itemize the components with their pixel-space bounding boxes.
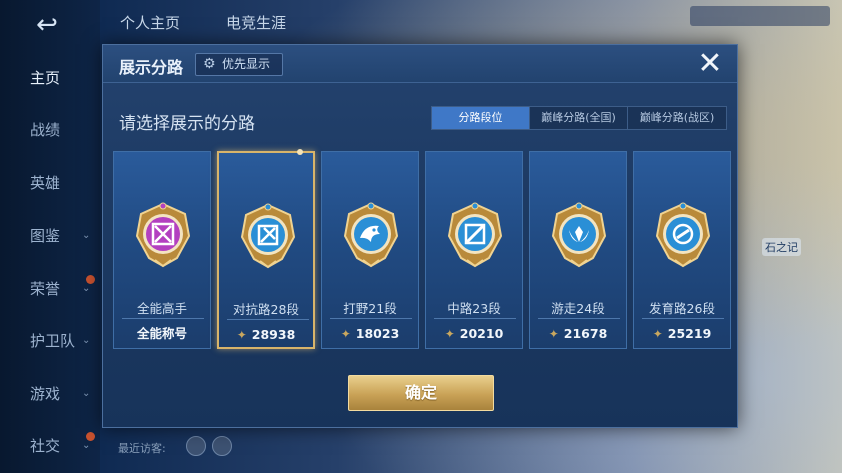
nav-item[interactable]: 护卫队 ⌄ bbox=[0, 321, 100, 361]
lane-card[interactable]: 打野21段 ✦ 18023 bbox=[321, 151, 419, 349]
tab-lane-rank[interactable]: 分路段位 bbox=[432, 107, 530, 129]
lane-card-name: 游走24段 bbox=[551, 301, 605, 316]
divider bbox=[538, 318, 620, 319]
nav-item-label: 主页 bbox=[30, 69, 61, 87]
back-arrow-icon[interactable]: ↩ bbox=[22, 10, 72, 40]
lane-card[interactable]: 对抗路28段 ✦ 28938 bbox=[217, 149, 315, 349]
allround-rank-emblem-icon bbox=[135, 202, 191, 268]
priority-display-button[interactable]: ⚙ 优先显示 bbox=[195, 53, 283, 76]
lane-card-name: 中路23段 bbox=[447, 301, 501, 316]
nav-item[interactable]: 主页 bbox=[0, 58, 100, 98]
nav-item-label: 游戏 bbox=[30, 385, 61, 403]
lane-card-name: 打野21段 bbox=[343, 301, 397, 316]
roam-rank-emblem-icon bbox=[551, 202, 607, 268]
nav-item-label: 护卫队 bbox=[30, 332, 76, 350]
priority-display-label: 优先显示 bbox=[222, 57, 271, 71]
lane-card[interactable]: 全能高手 全能称号 bbox=[113, 151, 211, 349]
lane-card[interactable]: 发育路26段 ✦ 25219 bbox=[633, 151, 731, 349]
top-right-status-strip bbox=[690, 6, 830, 26]
chevron-down-icon: ⌄ bbox=[82, 388, 91, 399]
visitor-avatar[interactable] bbox=[186, 436, 206, 456]
rank-points-icon: ✦ bbox=[444, 327, 455, 341]
gear-icon: ⚙ bbox=[203, 56, 216, 72]
dialog-subtitle: 请选择展示的分路 bbox=[119, 114, 255, 134]
nav-item[interactable]: 游戏 ⌄ bbox=[0, 374, 100, 414]
visitor-avatar[interactable] bbox=[212, 436, 232, 456]
lane-card-list: 全能高手全能称号 对抗路28段 ✦ 28938 打野21段 ✦ 18023 中路23段 ✦… bbox=[113, 149, 731, 351]
rank-points-value: 20210 bbox=[459, 326, 504, 341]
rank-points-value: 25219 bbox=[667, 326, 712, 341]
divider bbox=[227, 319, 309, 320]
lane-type-tabs: 分路段位 巅峰分路(全国) 巅峰分路(战区) bbox=[431, 106, 727, 130]
title-label: 全能称号 bbox=[136, 326, 187, 341]
dialog-title: 展示分路 bbox=[119, 58, 184, 77]
mid-rank-emblem-icon bbox=[447, 202, 503, 268]
farm-rank-emblem-icon bbox=[655, 202, 711, 268]
divider bbox=[330, 318, 412, 319]
jungle-rank-emblem-icon bbox=[343, 202, 399, 268]
recent-visitors-label: 最近访客: bbox=[118, 442, 166, 455]
rank-points-icon: ✦ bbox=[236, 328, 247, 342]
clash-rank-emblem-icon bbox=[240, 203, 296, 269]
nav-item-label: 战绩 bbox=[30, 121, 61, 139]
nav-item-label: 社交 bbox=[30, 437, 61, 455]
nav-item[interactable]: 图鉴 ⌄ bbox=[0, 216, 100, 256]
lane-card-footer: 全能称号 bbox=[114, 324, 210, 344]
notification-dot bbox=[86, 275, 95, 284]
nav-item[interactable]: 荣誉 ⌄ bbox=[0, 269, 100, 309]
nav-item[interactable]: 战绩 bbox=[0, 110, 100, 150]
nav-item-label: 图鉴 bbox=[30, 227, 61, 245]
lane-card-footer: ✦ 21678 bbox=[530, 324, 626, 344]
display-lane-dialog: 展示分路 ⚙ 优先显示 ✕ 请选择展示的分路 分路段位 巅峰分路(全国) 巅峰分… bbox=[102, 44, 738, 428]
lane-card-name: 发育路26段 bbox=[649, 301, 715, 316]
rank-points-icon: ✦ bbox=[548, 327, 559, 341]
tab-esports-career[interactable]: 电竞生涯 bbox=[226, 12, 286, 33]
notification-dot bbox=[86, 432, 95, 441]
nav-item-label: 荣誉 bbox=[30, 280, 61, 298]
rank-points-value: 28938 bbox=[251, 327, 296, 342]
lane-card-footer: ✦ 28938 bbox=[219, 325, 313, 345]
selected-indicator bbox=[297, 149, 303, 155]
nav-item-label: 英雄 bbox=[30, 174, 61, 192]
tab-personal-home[interactable]: 个人主页 bbox=[120, 12, 180, 33]
lane-card[interactable]: 中路23段 ✦ 20210 bbox=[425, 151, 523, 349]
dialog-header: 展示分路 ⚙ 优先显示 ✕ bbox=[103, 45, 737, 83]
tab-peak-lane-region[interactable]: 巅峰分路(战区) bbox=[628, 107, 726, 129]
confirm-button[interactable]: 确定 bbox=[348, 375, 494, 411]
tab-peak-lane-national[interactable]: 巅峰分路(全国) bbox=[530, 107, 628, 129]
rank-points-icon: ✦ bbox=[652, 327, 663, 341]
divider bbox=[642, 318, 724, 319]
close-button[interactable]: ✕ bbox=[693, 47, 727, 81]
divider bbox=[122, 318, 204, 319]
lane-card-footer: ✦ 25219 bbox=[634, 324, 730, 344]
divider bbox=[434, 318, 516, 319]
side-label: 石之记 bbox=[762, 238, 801, 256]
nav-item[interactable]: 英雄 bbox=[0, 163, 100, 203]
rank-points-value: 18023 bbox=[355, 326, 400, 341]
rank-points-icon: ✦ bbox=[340, 327, 351, 341]
lane-card-name: 对抗路28段 bbox=[233, 302, 299, 317]
lane-card-footer: ✦ 18023 bbox=[322, 324, 418, 344]
lane-card-footer: ✦ 20210 bbox=[426, 324, 522, 344]
chevron-down-icon: ⌄ bbox=[82, 230, 91, 241]
chevron-down-icon: ⌄ bbox=[82, 335, 91, 346]
lane-card-name: 全能高手 bbox=[136, 301, 187, 316]
rank-points-value: 21678 bbox=[563, 326, 608, 341]
nav-item[interactable]: 社交 ⌄ bbox=[0, 426, 100, 466]
lane-card[interactable]: 游走24段 ✦ 21678 bbox=[529, 151, 627, 349]
